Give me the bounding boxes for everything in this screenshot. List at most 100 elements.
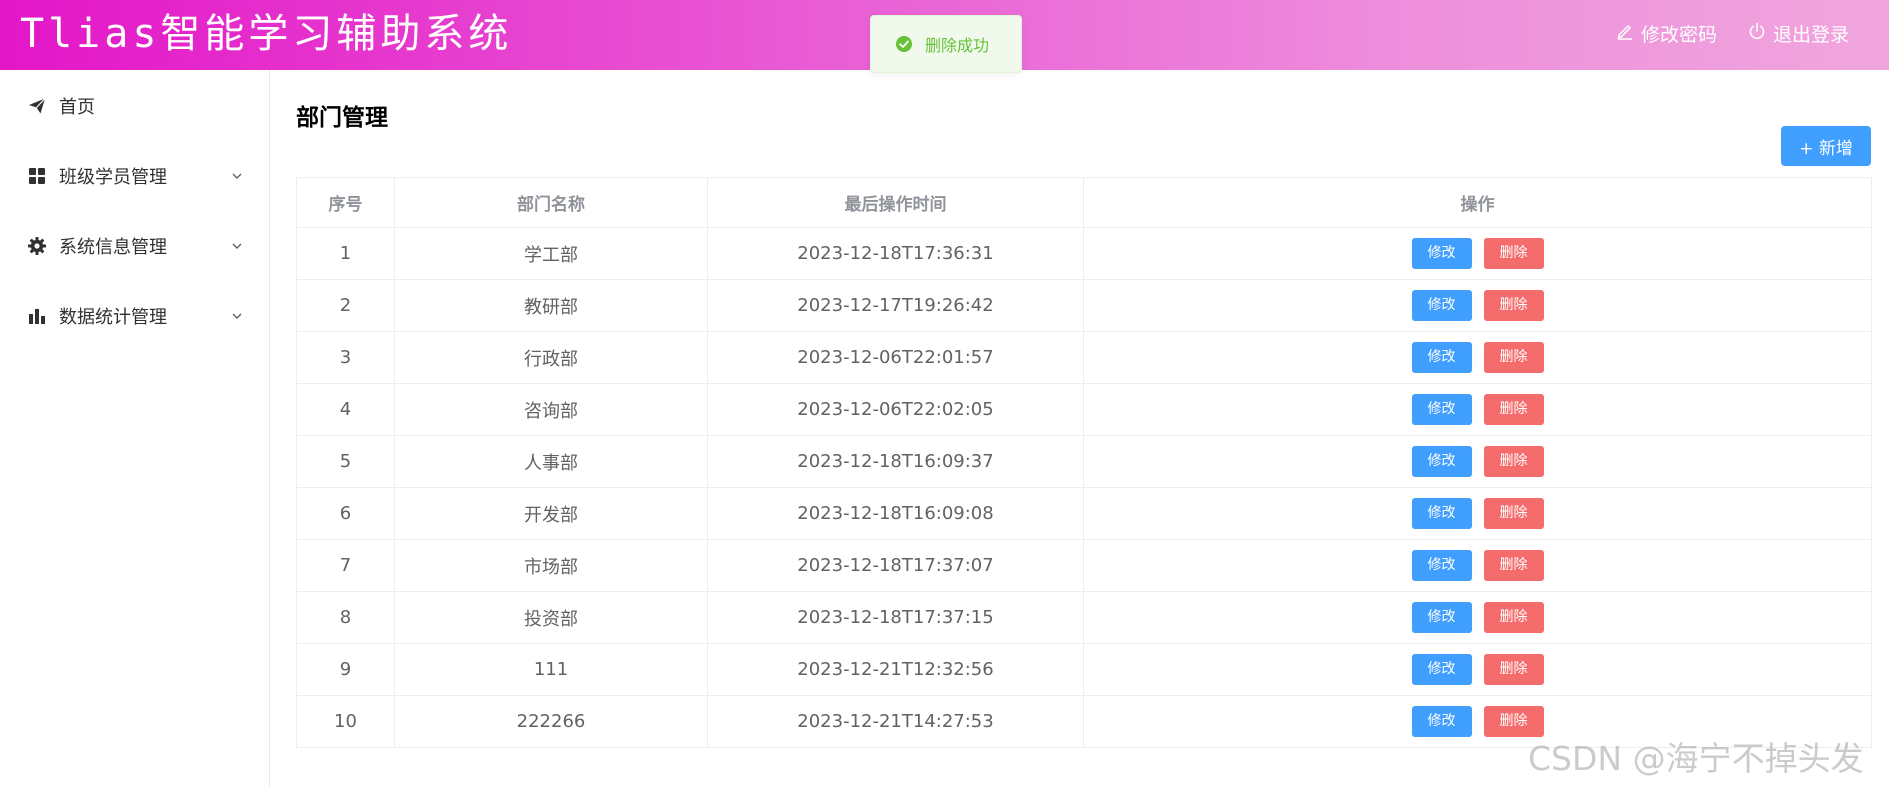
last-operation-time: 2023-12-06T22:02:05 (707, 383, 1084, 436)
gear-icon (27, 236, 47, 256)
department-name: 投资部 (394, 591, 708, 644)
app-title: Tlias智能学习辅助系统 (20, 11, 513, 57)
row-index: 4 (296, 383, 395, 436)
last-operation-time: 2023-12-18T17:36:31 (707, 227, 1084, 280)
row-actions: 修改 删除 (1083, 643, 1872, 696)
last-operation-time: 2023-12-18T16:09:37 (707, 435, 1084, 488)
bar-chart-icon (27, 306, 47, 326)
department-table: 序号 部门名称 最后操作时间 操作 1 学工部 2023-12-18T17:36:3… (296, 177, 1872, 748)
edit-button[interactable]: 修改 (1411, 290, 1472, 321)
row-index: 1 (296, 227, 395, 280)
change-password-label: 修改密码 (1640, 24, 1717, 46)
page-title: 部门管理 (296, 105, 388, 131)
delete-button[interactable]: 删除 (1483, 238, 1544, 269)
delete-button[interactable]: 删除 (1483, 446, 1544, 477)
watermark: CSDN @海宁不掉头发 (1528, 739, 1864, 778)
power-icon (1747, 21, 1767, 46)
row-actions: 修改 删除 (1083, 539, 1872, 592)
edit-button[interactable]: 修改 (1411, 342, 1472, 373)
department-name: 开发部 (394, 487, 708, 540)
column-header-index: 序号 (296, 177, 395, 228)
table-row: 5 人事部 2023-12-18T16:09:37 修改 删除 (296, 435, 1872, 488)
delete-button[interactable]: 删除 (1483, 342, 1544, 373)
sidebar-item-home[interactable]: 首页 (0, 78, 270, 134)
table-row: 2 教研部 2023-12-17T19:26:42 修改 删除 (296, 279, 1872, 332)
table-row: 3 行政部 2023-12-06T22:01:57 修改 删除 (296, 331, 1872, 384)
department-name: 学工部 (394, 227, 708, 280)
department-name: 111 (394, 643, 708, 696)
success-toast: 删除成功 (870, 15, 1022, 73)
sidebar-item-data-stats[interactable]: 数据统计管理 (0, 288, 270, 344)
delete-button[interactable]: 删除 (1483, 290, 1544, 321)
table-row: 9 111 2023-12-21T12:32:56 修改 删除 (296, 643, 1872, 696)
logout-label: 退出登录 (1772, 24, 1849, 46)
delete-button[interactable]: 删除 (1483, 550, 1544, 581)
row-index: 7 (296, 539, 395, 592)
row-actions: 修改 删除 (1083, 331, 1872, 384)
sidebar-item-label: 班级学员管理 (59, 167, 167, 188)
edit-button[interactable]: 修改 (1411, 394, 1472, 425)
row-actions: 修改 删除 (1083, 383, 1872, 436)
last-operation-time: 2023-12-18T17:37:07 (707, 539, 1084, 592)
toast-message: 删除成功 (925, 36, 990, 55)
table-header-row: 序号 部门名称 最后操作时间 操作 (296, 177, 1872, 228)
sidebar-item-system-info[interactable]: 系统信息管理 (0, 218, 270, 274)
department-name: 教研部 (394, 279, 708, 332)
row-index: 10 (296, 695, 395, 748)
paper-plane-icon (27, 96, 47, 116)
last-operation-time: 2023-12-17T19:26:42 (707, 279, 1084, 332)
table-row: 7 市场部 2023-12-18T17:37:07 修改 删除 (296, 539, 1872, 592)
column-header-actions: 操作 (1083, 177, 1872, 228)
table-body: 1 学工部 2023-12-18T17:36:31 修改 删除 2 教研部 2023-12-1… (296, 227, 1872, 748)
row-index: 5 (296, 435, 395, 488)
row-actions: 修改 删除 (1083, 487, 1872, 540)
edit-button[interactable]: 修改 (1411, 550, 1472, 581)
sidebar-item-label: 数据统计管理 (59, 307, 167, 328)
row-index: 2 (296, 279, 395, 332)
sidebar-item-label: 系统信息管理 (59, 237, 167, 258)
change-password-link[interactable]: 修改密码 (1615, 20, 1717, 47)
main-content: 部门管理 + 新增 序号 部门名称 最后操作时间 操作 1 学工部 2023-12-… (270, 70, 1889, 786)
department-name: 222266 (394, 695, 708, 748)
department-name: 市场部 (394, 539, 708, 592)
logout-link[interactable]: 退出登录 (1747, 20, 1849, 47)
column-header-name: 部门名称 (394, 177, 708, 228)
edit-button[interactable]: 修改 (1411, 706, 1472, 737)
chevron-down-icon (230, 308, 244, 322)
last-operation-time: 2023-12-06T22:01:57 (707, 331, 1084, 384)
sidebar-item-class-students[interactable]: 班级学员管理 (0, 148, 270, 204)
delete-button[interactable]: 删除 (1483, 602, 1544, 633)
grid-icon (27, 166, 47, 186)
column-header-time: 最后操作时间 (707, 177, 1084, 228)
table-row: 6 开发部 2023-12-18T16:09:08 修改 删除 (296, 487, 1872, 540)
row-actions: 修改 删除 (1083, 279, 1872, 332)
last-operation-time: 2023-12-18T16:09:08 (707, 487, 1084, 540)
edit-button[interactable]: 修改 (1411, 446, 1472, 477)
last-operation-time: 2023-12-21T14:27:53 (707, 695, 1084, 748)
add-department-button[interactable]: + 新增 (1781, 126, 1871, 166)
table-row: 4 咨询部 2023-12-06T22:02:05 修改 删除 (296, 383, 1872, 436)
delete-button[interactable]: 删除 (1483, 394, 1544, 425)
edit-button[interactable]: 修改 (1411, 602, 1472, 633)
check-circle-icon (895, 35, 913, 53)
edit-button[interactable]: 修改 (1411, 654, 1472, 685)
delete-button[interactable]: 删除 (1483, 654, 1544, 685)
department-name: 咨询部 (394, 383, 708, 436)
row-index: 6 (296, 487, 395, 540)
row-actions: 修改 删除 (1083, 435, 1872, 488)
edit-button[interactable]: 修改 (1411, 238, 1472, 269)
row-index: 9 (296, 643, 395, 696)
header-actions: 修改密码 退出登录 (1615, 20, 1849, 47)
row-actions: 修改 删除 (1083, 227, 1872, 280)
row-index: 8 (296, 591, 395, 644)
row-actions: 修改 删除 (1083, 591, 1872, 644)
sidebar: 首页 班级学员管理 系统信息管理 数据统计管理 (0, 70, 270, 786)
chevron-down-icon (230, 168, 244, 182)
chevron-down-icon (230, 238, 244, 252)
department-name: 行政部 (394, 331, 708, 384)
last-operation-time: 2023-12-18T17:37:15 (707, 591, 1084, 644)
sidebar-item-label: 首页 (59, 97, 95, 118)
edit-button[interactable]: 修改 (1411, 498, 1472, 529)
last-operation-time: 2023-12-21T12:32:56 (707, 643, 1084, 696)
delete-button[interactable]: 删除 (1483, 498, 1544, 529)
